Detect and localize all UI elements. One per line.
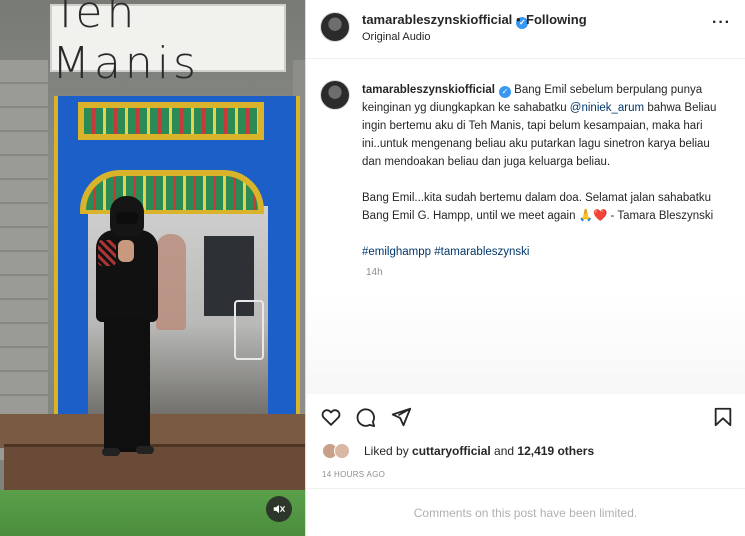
heart-icon[interactable] [320,406,342,428]
hashtag-link[interactable]: #emilghampp [362,246,431,258]
bookmark-icon[interactable] [712,406,734,428]
verified-badge-icon: ✓ [498,86,511,98]
liker-username[interactable]: cuttaryofficial [412,444,491,458]
action-bar [306,398,745,434]
author-username-text[interactable]: tamarableszynskiofficial [362,12,512,27]
mute-button[interactable] [266,496,292,522]
author-avatar[interactable] [320,12,350,42]
post-media[interactable]: Teh Manis [0,0,306,536]
brick-wall [0,60,48,460]
likes-summary: Liked by cuttaryofficial and 12,419 othe… [322,441,742,459]
original-audio-link[interactable]: Original Audio [362,31,431,43]
comment-icon[interactable] [354,406,376,428]
speaker-muted-icon [273,504,285,514]
liker-avatar[interactable] [334,443,350,459]
post-header: tamarableszynskiofficial ✓ • Following Or… [306,0,745,59]
caption-avatar[interactable] [320,80,350,110]
following-button[interactable]: Following [526,12,587,27]
post-sidebar: tamarableszynskiofficial ✓ • Following Or… [306,0,745,536]
likes-text: Liked by cuttaryofficial and 12,419 othe… [364,444,594,458]
author-username[interactable]: tamarableszynskiofficial ✓ [362,12,529,29]
caption-paragraph-2: Bang Emil...kita sudah bertemu dalam doa… [362,192,714,222]
comments-limited-notice: Comments on this post have been limited. [306,488,745,536]
more-options-icon[interactable]: ··· [712,14,731,32]
artificial-grass [0,490,305,536]
ornament-pattern [84,108,258,134]
likes-prefix: Liked by [364,444,413,458]
hashtag-link[interactable]: #tamarableszynski [434,246,529,258]
post-date[interactable]: 14 HOURS AGO [322,470,385,479]
caption-text: tamarableszynskiofficial ✓ Bang Emil sebe… [362,81,732,279]
interior-chair [234,300,264,360]
shop-sign-text: Teh Manis [52,0,200,89]
shop-sign: Teh Manis [50,0,286,89]
caption-timestamp[interactable]: 14h [366,267,383,278]
likes-count[interactable]: 12,419 others [517,444,594,458]
caption-username[interactable]: tamarableszynskiofficial [362,84,495,96]
caption-section: tamarableszynskiofficial ✓ Bang Emil sebe… [306,60,745,394]
separator-dot: • [516,12,521,27]
comments-placeholder [306,290,745,394]
share-icon[interactable] [390,406,412,428]
woman-figure [92,196,162,458]
likes-middle: and [490,444,518,458]
mention-link[interactable]: @niniek_arum [570,102,644,114]
